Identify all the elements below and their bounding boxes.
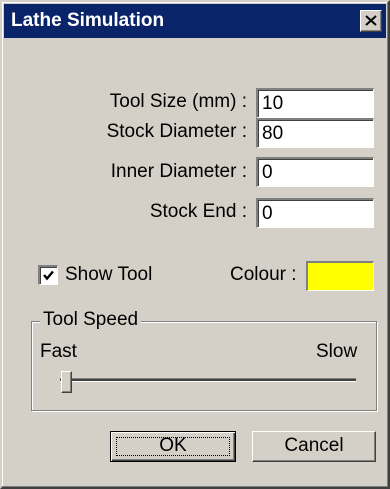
close-button[interactable] [360, 10, 382, 32]
show-tool-label[interactable]: Show Tool [65, 264, 152, 286]
close-icon [365, 15, 377, 26]
slow-label: Slow [316, 341, 358, 362]
ok-button[interactable]: OK [110, 431, 236, 462]
fast-label: Fast [40, 341, 77, 362]
focus-rectangle [116, 437, 230, 456]
tool-size-label: Tool Size (mm) : [109, 91, 247, 112]
title-bar[interactable]: Lathe Simulation [4, 4, 386, 38]
stock-diameter-input[interactable]: 80 [256, 118, 374, 148]
cancel-button-label: Cancel [284, 435, 344, 456]
checkmark-icon [43, 270, 54, 281]
window-title: Lathe Simulation [11, 10, 165, 31]
stock-end-label: Stock End : [149, 201, 247, 222]
show-tool-checkbox[interactable] [38, 265, 58, 285]
colour-label: Colour : [230, 264, 297, 285]
stock-diameter-label: Stock Diameter : [106, 121, 247, 142]
lathe-simulation-dialog: Lathe Simulation Tool Size (mm) : 10 Sto… [0, 0, 390, 489]
inner-diameter-input[interactable]: 0 [256, 157, 374, 187]
stock-end-input[interactable]: 0 [256, 198, 374, 228]
cancel-button[interactable]: Cancel [252, 431, 376, 462]
tool-speed-slider-thumb[interactable] [61, 371, 72, 393]
tool-speed-title: Tool Speed [40, 309, 142, 331]
colour-swatch[interactable] [306, 261, 374, 291]
inner-diameter-label: Inner Diameter : [110, 161, 247, 182]
tool-speed-slider-track[interactable] [60, 378, 356, 382]
tool-speed-group [31, 321, 377, 411]
tool-size-input[interactable]: 10 [256, 88, 374, 118]
